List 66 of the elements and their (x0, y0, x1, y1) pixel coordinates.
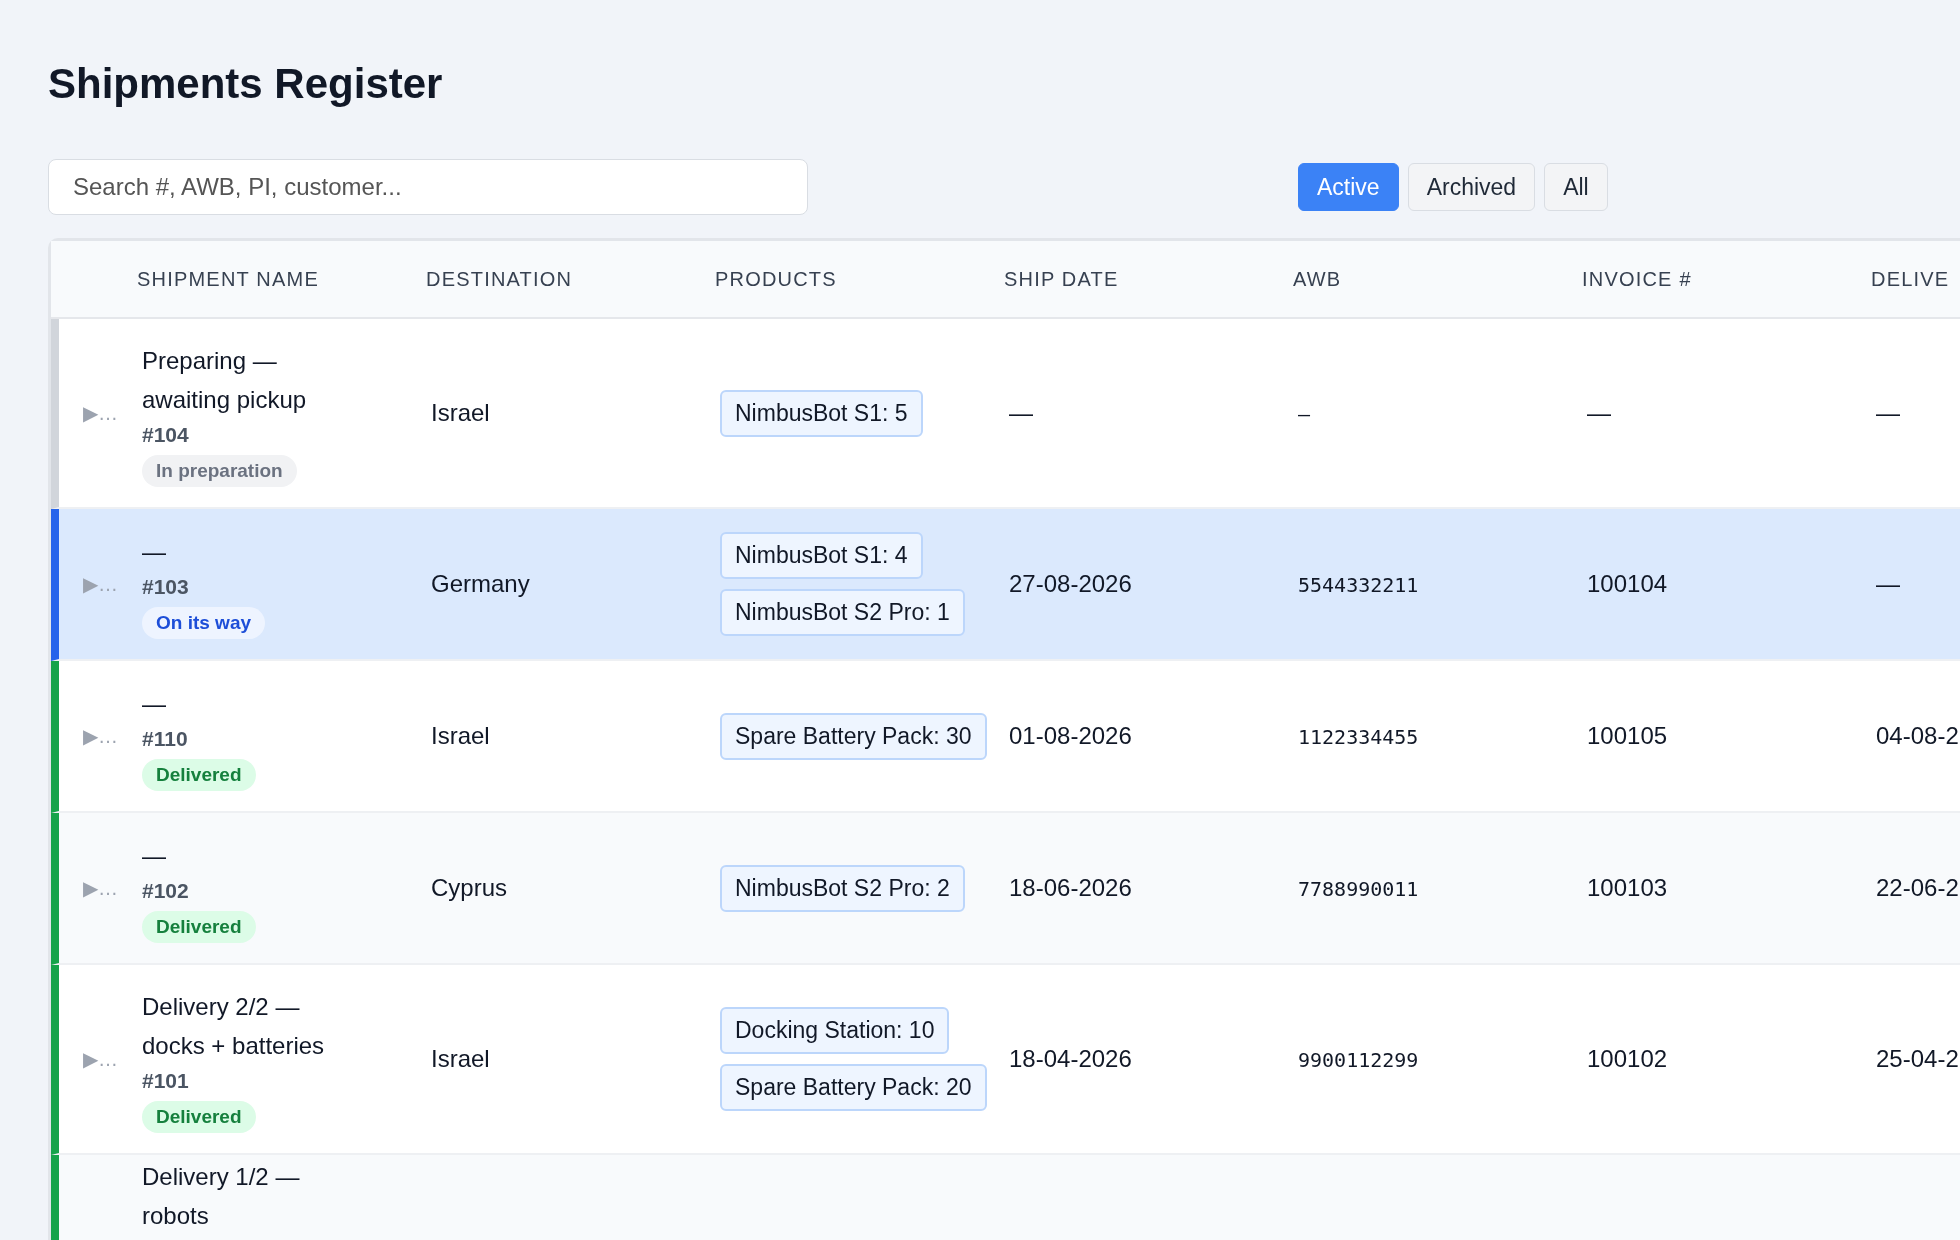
shipment-row[interactable]: ▶… Delivery 2/2 — docks + batteries #101 Delivered Israel Docking Station: 10 Spare Battery Pack: 20 18-04-2026 9900112299 100102 25-04-2 (51, 965, 1960, 1155)
shipment-row[interactable]: ▶… Preparing — awaiting pickup #104 In preparation Israel NimbusBot S1: 5 — — — — (51, 319, 1960, 509)
column-header: DELIVE (1871, 267, 1951, 291)
column-header: AWB (1293, 267, 1343, 291)
ship-date-cell: — (1009, 399, 1033, 426)
shipment-row[interactable]: Delivery 1/2 — robots (51, 1155, 1960, 1240)
status-badge: Delivered (142, 1101, 256, 1133)
delivery-date-cell: 25-04-2 (1876, 1045, 1959, 1072)
destination-cell: Germany (431, 570, 530, 597)
shipment-name: — (142, 536, 166, 567)
shipment-name: Delivery 2/2 — docks + batteries (142, 992, 326, 1061)
column-header: SHIP DATE (1004, 267, 1120, 291)
shipment-number: #101 (142, 1068, 189, 1094)
destination-cell: Israel (431, 722, 490, 749)
page-title: Shipments Register (48, 59, 444, 109)
destination-cell: Cyprus (431, 874, 508, 901)
invoice-cell: — (1587, 399, 1611, 426)
delivery-date-cell: — (1876, 399, 1900, 426)
column-header: SHIPMENT NAME (137, 267, 320, 291)
shipment-row[interactable]: ▶… — #102 Delivered Cyprus NimbusBot S2 Pro: 2 18-06-2026 7788990011 100103 22-06-2 (51, 813, 1960, 965)
awb-cell: 5544332211 (1298, 573, 1419, 597)
destination-cell: Israel (431, 399, 490, 426)
column-header: DESTINATION (426, 267, 574, 291)
shipment-name: — (142, 840, 166, 871)
destination-cell: Israel (431, 1045, 490, 1072)
awb-cell: — (1298, 402, 1311, 426)
delivery-date-cell: — (1876, 570, 1900, 597)
shipment-number: #104 (142, 422, 189, 448)
invoice-cell: 100103 (1587, 874, 1668, 901)
delivery-date-cell: 22-06-2 (1876, 874, 1959, 901)
filter-tab[interactable]: Active (1298, 163, 1399, 211)
shipment-name: Preparing — awaiting pickup (142, 346, 308, 415)
delivery-date-cell: 04-08-2 (1876, 722, 1959, 749)
shipment-number: #110 (142, 725, 188, 752)
invoice-cell: 100104 (1587, 570, 1668, 597)
product-tag: NimbusBot S2 Pro: 2 (720, 864, 965, 912)
filter-tab[interactable]: Archived (1407, 163, 1536, 211)
column-header: INVOICE # (1582, 267, 1693, 291)
ship-date-cell: 18-06-2026 (1009, 874, 1132, 901)
shipment-number: #103 (142, 573, 189, 600)
ship-date-cell: 01-08-2026 (1009, 722, 1132, 749)
invoice-cell: 100102 (1587, 1045, 1668, 1072)
product-tag: NimbusBot S1: 4 (720, 532, 923, 579)
filter-tab[interactable]: All (1544, 163, 1608, 211)
product-tag: Docking Station: 10 (720, 1007, 950, 1054)
shipment-row[interactable]: ▶… — #110 Delivered Israel Spare Battery Pack: 30 01-08-2026 1122334455 100105 04-08-2 (51, 661, 1960, 813)
invoice-cell: 100105 (1587, 722, 1668, 749)
product-tag: NimbusBot S2 Pro: 1 (720, 589, 965, 636)
product-tag: Spare Battery Pack: 30 (720, 712, 987, 760)
status-badge: Delivered (142, 758, 256, 791)
ship-date-cell: 27-08-2026 (1009, 570, 1132, 597)
awb-cell: 7788990011 (1298, 877, 1419, 901)
product-tag: NimbusBot S1: 5 (720, 389, 923, 437)
ship-date-cell: 18-04-2026 (1009, 1045, 1132, 1072)
awb-cell: 1122334455 (1298, 725, 1419, 749)
status-badge: In preparation (142, 455, 297, 487)
shipment-name: — (142, 688, 166, 719)
awb-cell: 9900112299 (1298, 1048, 1419, 1072)
shipment-row[interactable]: ▶… — #103 On its way Germany NimbusBot S1: 4 NimbusBot S2 Pro: 1 27-08-2026 5544332211 100104 — (51, 509, 1960, 661)
status-badge: Delivered (142, 910, 256, 943)
shipment-number: #102 (142, 877, 189, 904)
product-tag: Spare Battery Pack: 20 (720, 1064, 987, 1111)
status-badge: On its way (142, 606, 266, 639)
shipment-name: Delivery 1/2 — robots (142, 1162, 301, 1231)
column-header: PRODUCTS (715, 267, 838, 291)
search-field[interactable]: Search #, AWB, PI, customer... (48, 159, 808, 215)
